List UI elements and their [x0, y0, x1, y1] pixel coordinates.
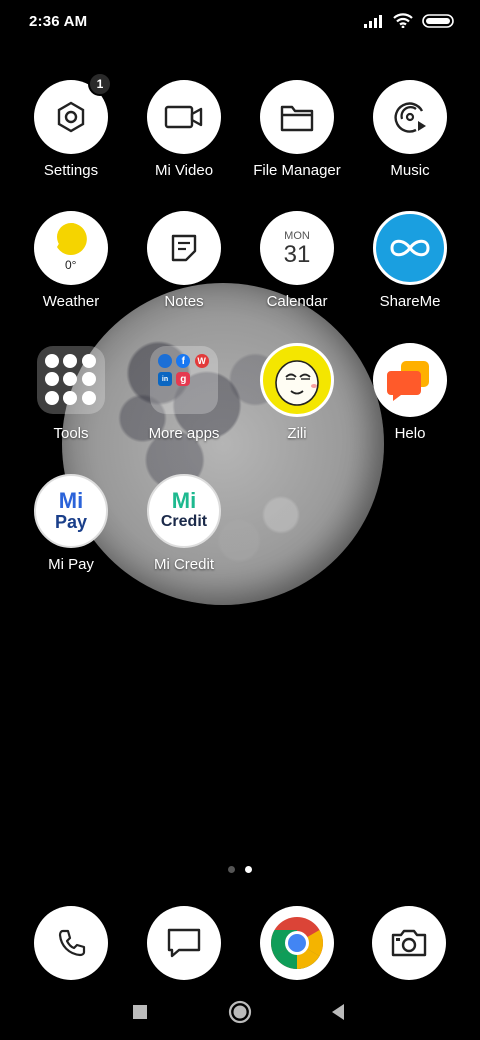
weather-app-icon[interactable]: 0° — [34, 211, 108, 285]
app-more-apps-folder[interactable]: f W in g More apps — [128, 343, 240, 442]
helo-chat-icon — [387, 361, 429, 401]
calendar-day: 31 — [283, 241, 311, 268]
settings-hexagon-icon — [57, 101, 85, 133]
app-mi-pay[interactable]: Mi Pay Mi Pay — [15, 474, 127, 573]
facebook-mini-icon: f — [176, 354, 191, 368]
wps-mini-icon: W — [194, 354, 209, 368]
home-circle-icon — [228, 1000, 252, 1024]
g-mini-icon: g — [176, 372, 191, 387]
dock-messages[interactable] — [147, 906, 221, 980]
folder-icon — [280, 105, 314, 132]
app-weather[interactable]: 0° Weather — [15, 211, 127, 310]
video-camera-icon — [164, 105, 203, 129]
square-icon — [133, 1005, 147, 1019]
mini-app-icon — [81, 354, 96, 368]
status-icons — [364, 13, 454, 28]
status-bar: 2:36 AM — [0, 0, 480, 44]
back-button[interactable] — [324, 998, 352, 1026]
tools-folder[interactable] — [34, 343, 108, 417]
weather-temp: 0° — [65, 258, 77, 272]
recents-button[interactable] — [126, 998, 154, 1026]
mi-credit-logo-bottom: Credit — [160, 513, 208, 530]
app-label: Zili — [287, 425, 307, 442]
more-apps-folder[interactable]: f W in g — [147, 343, 221, 417]
page-dot-active[interactable] — [245, 866, 252, 873]
app-label: Music — [390, 162, 430, 179]
app-label: More apps — [148, 425, 220, 442]
app-label: Weather — [42, 293, 100, 310]
app-notes[interactable]: Notes — [128, 211, 240, 310]
dock-camera[interactable] — [372, 906, 446, 980]
app-label: Settings — [43, 162, 99, 179]
mi-credit-logo-top: Mi — [171, 488, 197, 513]
mini-app-icon — [63, 390, 78, 405]
music-disc-icon — [394, 102, 426, 133]
mi-pay-app-icon[interactable]: Mi Pay — [34, 474, 108, 548]
app-label: Mi Pay — [48, 556, 94, 573]
chrome-icon — [271, 917, 323, 969]
page-indicator — [0, 866, 480, 873]
app-label: Calendar — [266, 293, 328, 310]
app-label: Notes — [164, 293, 204, 310]
mini-app-icon — [45, 354, 59, 368]
home-button[interactable] — [226, 998, 254, 1026]
shareme-app-icon[interactable] — [373, 211, 447, 285]
notes-app-icon[interactable] — [147, 211, 221, 285]
battery-icon — [422, 13, 454, 28]
file-manager-app-icon[interactable] — [260, 80, 334, 154]
mi-video-app-icon[interactable] — [147, 80, 221, 154]
messages-icon — [167, 928, 201, 958]
zili-face-icon — [275, 360, 319, 406]
signal-icon — [364, 14, 382, 28]
navigation-bar — [0, 998, 480, 1026]
mini-app-icon — [45, 390, 59, 405]
mi-pay-logo-top: Mi — [58, 488, 84, 513]
mi-pay-logo-bottom: Pay — [54, 512, 88, 532]
music-app-icon[interactable] — [373, 80, 447, 154]
app-label: Mi Video — [154, 162, 214, 179]
app-zili[interactable]: Zili — [241, 343, 353, 442]
wifi-icon — [393, 13, 413, 28]
app-label: Mi Credit — [153, 556, 214, 573]
mini-app-icon — [81, 390, 96, 405]
mini-app-icon — [81, 372, 96, 387]
calendar-app-icon[interactable]: MON 31 — [260, 211, 334, 285]
mi-credit-app-icon[interactable]: Mi Credit — [147, 474, 221, 548]
app-label: ShareMe — [379, 293, 441, 310]
helo-app-icon[interactable] — [373, 343, 447, 417]
folder-apps-icon: f W in g — [150, 346, 218, 414]
folder-tools-icon — [37, 346, 105, 414]
infinity-icon — [390, 239, 430, 257]
app-label: Tools — [53, 425, 89, 442]
mini-app-icon — [63, 354, 78, 368]
mini-app-icon — [45, 372, 59, 387]
app-label: File Manager — [253, 162, 341, 179]
mini-app-icon — [63, 372, 78, 387]
app-calendar[interactable]: MON 31 Calendar — [241, 211, 353, 310]
dock-chrome[interactable] — [260, 906, 334, 980]
app-shareme[interactable]: ShareMe — [354, 211, 466, 310]
app-file-manager[interactable]: File Manager — [241, 80, 353, 179]
app-music[interactable]: Music — [354, 80, 466, 179]
phone-icon — [58, 929, 86, 957]
app-helo[interactable]: Helo — [354, 343, 466, 442]
app-label: Helo — [394, 425, 426, 442]
status-time: 2:36 AM — [29, 13, 88, 30]
app-settings[interactable]: 1 Settings — [15, 72, 127, 179]
app-mi-credit[interactable]: Mi Credit Mi Credit — [128, 474, 240, 573]
back-triangle-icon — [332, 1004, 344, 1020]
dock-phone[interactable] — [34, 906, 108, 980]
linkedin-mini-icon: in — [158, 372, 172, 387]
page-dot[interactable] — [228, 866, 235, 873]
note-edit-icon — [171, 234, 197, 262]
app-mi-video[interactable]: Mi Video — [128, 80, 240, 179]
zili-app-icon[interactable] — [260, 343, 334, 417]
mini-app-icon — [158, 354, 172, 368]
settings-app-icon[interactable]: 1 — [34, 72, 112, 154]
app-tools-folder[interactable]: Tools — [15, 343, 127, 442]
camera-icon — [391, 929, 427, 957]
notification-badge: 1 — [88, 72, 112, 96]
